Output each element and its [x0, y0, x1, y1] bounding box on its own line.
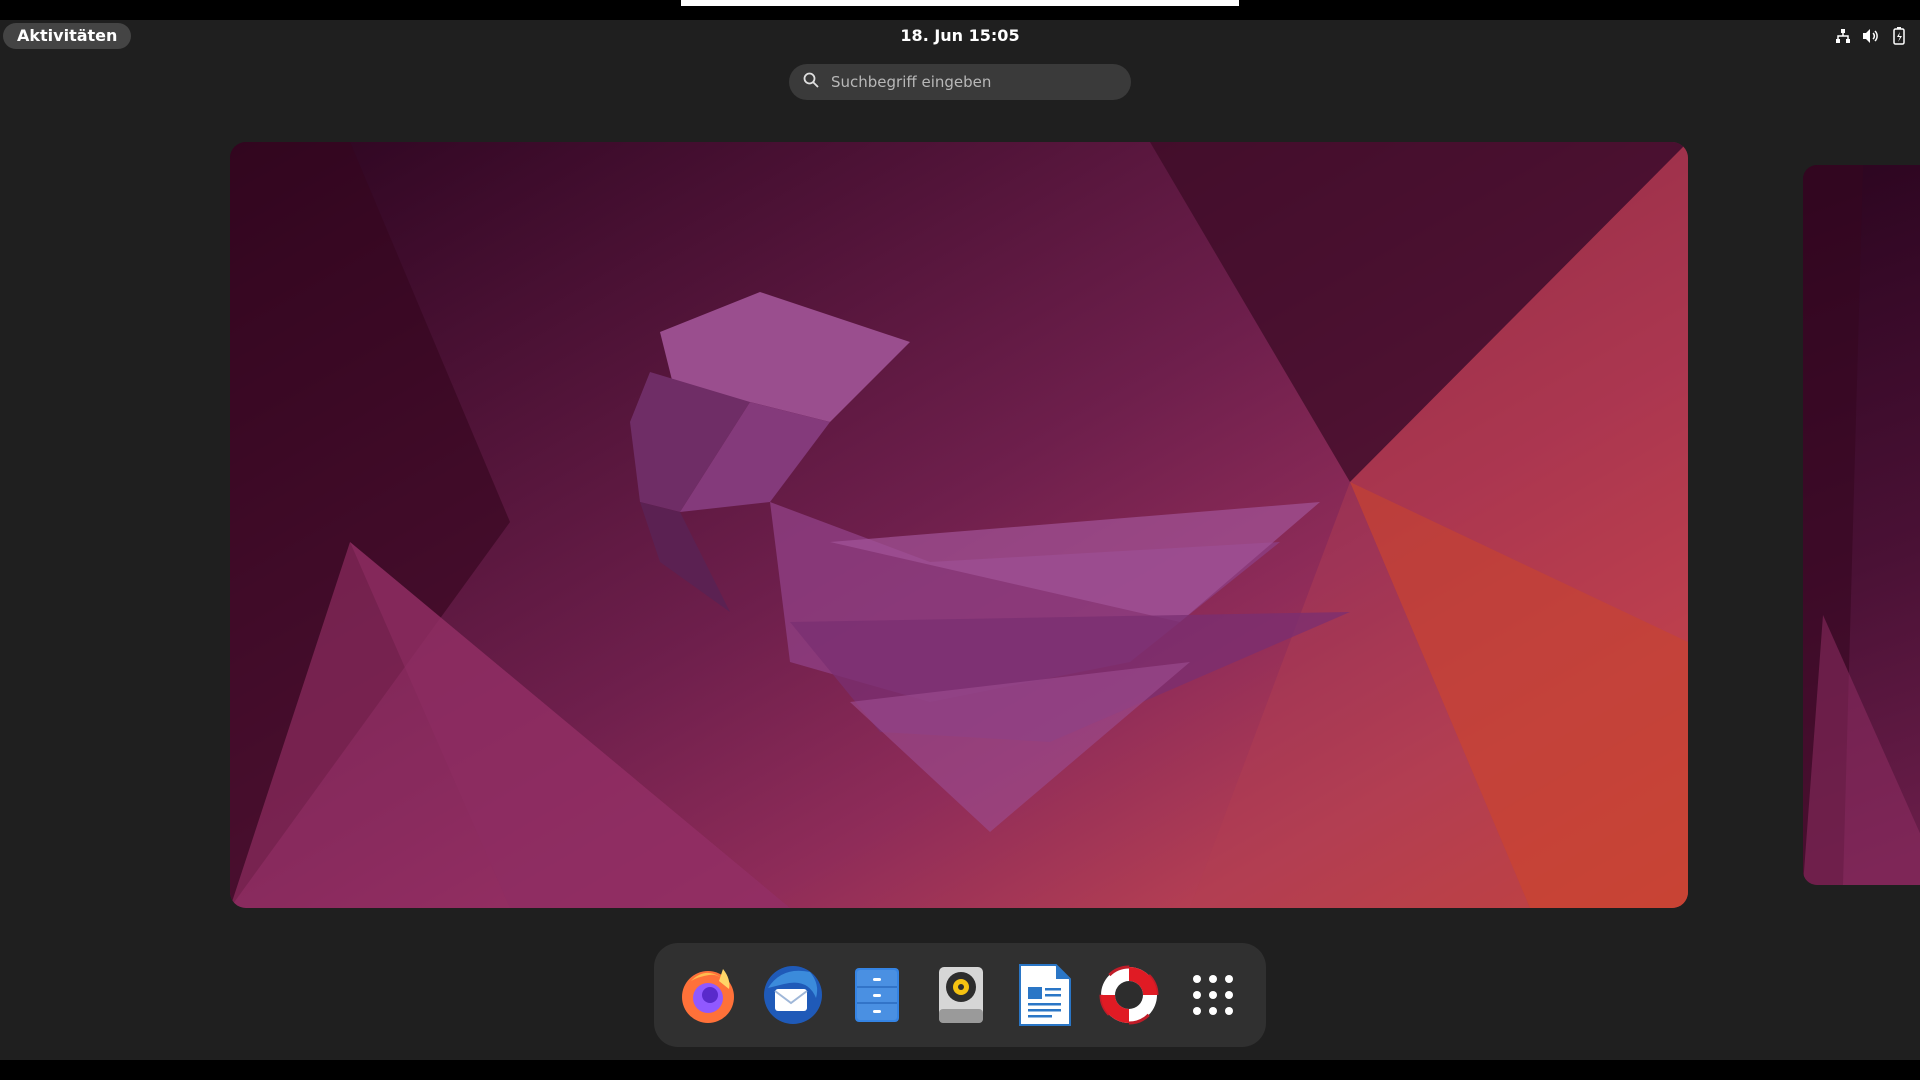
search-icon — [803, 72, 819, 92]
search-bar[interactable] — [789, 64, 1131, 100]
system-tray[interactable] — [1834, 26, 1908, 46]
dock-item-thunderbird[interactable] — [759, 961, 827, 1029]
writer-icon — [1019, 964, 1071, 1026]
screen-share-indicator — [681, 0, 1239, 6]
dock-item-files[interactable] — [843, 961, 911, 1029]
help-icon — [1099, 965, 1159, 1025]
dash-dock — [654, 943, 1266, 1047]
workspace-thumbnail-next[interactable] — [1803, 165, 1920, 885]
volume-icon[interactable] — [1862, 27, 1880, 45]
clock[interactable]: 18. Jun 15:05 — [0, 20, 1920, 52]
dock-item-help[interactable] — [1095, 961, 1163, 1029]
wallpaper-preview — [1803, 165, 1920, 885]
jellyfish-wallpaper — [230, 142, 1688, 908]
battery-icon[interactable] — [1890, 27, 1908, 45]
dock-item-firefox[interactable] — [675, 961, 743, 1029]
rhythmbox-icon — [939, 967, 983, 1023]
app-grid-icon — [1193, 975, 1233, 1015]
top-bar: Aktivitäten 18. Jun 15:05 — [0, 20, 1920, 52]
firefox-icon — [682, 969, 734, 1023]
dock-item-show-applications[interactable] — [1179, 961, 1247, 1029]
search-input[interactable] — [829, 72, 1113, 92]
dock-item-rhythmbox[interactable] — [927, 961, 995, 1029]
thunderbird-icon — [764, 966, 822, 1024]
dock-item-libreoffice-writer[interactable] — [1011, 961, 1079, 1029]
files-icon — [855, 968, 899, 1022]
workspace-thumbnail-active[interactable] — [230, 142, 1688, 908]
activities-button[interactable]: Aktivitäten — [3, 23, 132, 49]
screen-bottom-border — [0, 1060, 1920, 1080]
network-icon[interactable] — [1834, 27, 1852, 45]
